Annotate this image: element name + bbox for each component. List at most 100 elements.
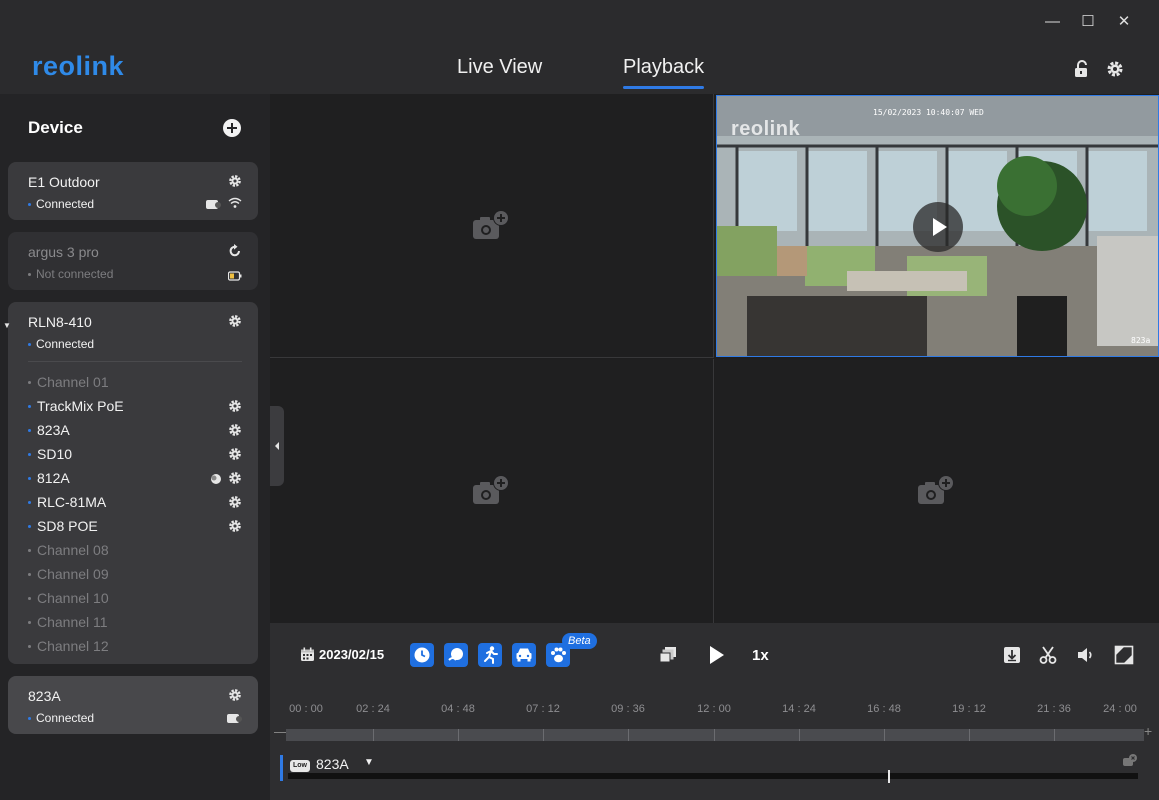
add-device-icon[interactable] [222,118,242,138]
close-button[interactable]: ✕ [1117,12,1131,32]
timeline-label: 21 : 36 [1037,703,1071,715]
fullscreen-icon[interactable] [1114,645,1134,665]
sidebar-title: Device [28,118,83,137]
status-text: Connected [36,337,95,351]
timeline-scale-bar[interactable] [286,729,1144,741]
channel-name: SD8 POE [37,518,98,534]
channel-item[interactable]: Channel 08 [28,538,242,562]
minimize-button[interactable]: — [1045,12,1060,32]
filter-vehicle-icon[interactable] [512,643,536,667]
channel-name: Channel 11 [37,614,108,630]
channel-settings-gear-icon[interactable] [228,471,242,485]
channel-item[interactable]: TrackMix PoE [28,394,242,418]
channel-item[interactable]: Channel 12 [28,634,242,658]
channel-item[interactable]: Channel 01 [28,370,242,394]
device-card-823a[interactable]: 823A Connected [8,676,258,734]
channel-item[interactable]: RLC-81MA [28,490,242,514]
channel-item[interactable]: Channel 09 [28,562,242,586]
channel-dot [28,500,31,504]
add-camera-icon[interactable] [472,208,512,242]
card-divider [28,361,242,362]
timeline-labels: 00 : 00 02 : 24 04 : 48 07 : 12 09 : 36 … [270,703,1159,717]
video-cell-2-active[interactable]: 15/02/2023 10:40:07 WED reolink 823a [716,95,1159,357]
remove-camera-icon[interactable] [1122,753,1138,769]
track-dropdown-caret-icon[interactable]: ▼ [364,757,374,768]
channel-name: RLC-81MA [37,494,107,510]
filter-schedule-icon[interactable] [410,643,434,667]
timeline-label: 19 : 12 [952,703,986,715]
volume-icon[interactable] [1076,645,1096,665]
camera-type-icon [227,711,243,729]
play-icon[interactable] [706,645,726,665]
channel-name: Channel 01 [37,374,109,390]
timeline-tick [373,729,374,741]
reolink-logo: reolink [32,51,132,87]
video-cell-3[interactable] [270,359,714,623]
channel-item[interactable]: 812A [28,466,242,490]
device-card-rln8-410[interactable]: ▼ RLN8-410 Connected Channel 01 TrackMix… [3,302,258,664]
channel-dot [28,572,31,576]
video-cell-4[interactable] [715,359,1159,623]
multi-window-icon[interactable] [658,645,678,665]
device-status: Connected [28,711,94,725]
channel-dot [28,644,31,648]
settings-gear-icon[interactable] [1106,60,1124,78]
unlock-icon[interactable] [1073,60,1091,78]
device-name: E1 Outdoor [28,174,100,190]
feed-play-button[interactable] [913,202,963,252]
date-picker[interactable]: 2023/02/15 [300,647,384,662]
window-controls: — ☐ ✕ [1045,12,1131,32]
video-grid: 15/02/2023 10:40:07 WED reolink 823a [270,94,1159,623]
filter-motion-icon[interactable] [444,643,468,667]
collapse-sidebar-handle[interactable] [270,406,284,486]
active-tab-underline [623,86,705,89]
channel-name: TrackMix PoE [37,398,124,414]
tab-live-view[interactable]: Live View [457,56,542,79]
timeline-tick [799,729,800,741]
add-camera-icon[interactable] [472,473,512,507]
timeline-label: 00 : 00 [289,703,323,715]
device-settings-gear-icon[interactable] [228,174,242,188]
track-camera-name[interactable]: 823A [316,756,349,772]
playhead-cursor[interactable] [888,770,890,783]
channel-name: 823A [37,422,70,438]
beta-badge: Beta [562,633,597,649]
clip-scissors-icon[interactable] [1038,645,1058,665]
device-sidebar: Device E1 Outdoor Connected argus 3 pro [0,94,270,800]
maximize-button[interactable]: ☐ [1081,12,1095,32]
tab-playback[interactable]: Playback [623,56,705,89]
download-icon[interactable] [1002,645,1022,665]
channel-settings-gear-icon[interactable] [228,423,242,437]
device-status: Connected [28,337,94,351]
track-recording-rail[interactable] [288,773,1138,779]
battery-icon [227,268,242,286]
stream-quality-badge[interactable]: Low [290,760,310,772]
status-text: Connected [36,711,95,725]
channel-item[interactable]: SD10 [28,442,242,466]
timeline-tick [1054,729,1055,741]
device-card-e1-outdoor[interactable]: E1 Outdoor Connected [8,162,258,220]
channel-dot [28,548,31,552]
device-card-argus-3-pro[interactable]: argus 3 pro Not connected [8,232,258,290]
reconnect-icon[interactable] [228,244,242,258]
channel-item[interactable]: Channel 11 [28,610,242,634]
channel-settings-gear-icon[interactable] [228,519,242,533]
channel-settings-gear-icon[interactable] [228,399,242,413]
channel-item[interactable]: 823A [28,418,242,442]
device-name: argus 3 pro [28,244,99,260]
channel-item[interactable]: Channel 10 [28,586,242,610]
channel-name: Channel 09 [37,566,109,582]
expand-caret-icon[interactable]: ▼ [3,321,11,330]
channel-settings-gear-icon[interactable] [228,495,242,509]
video-cell-1[interactable] [270,94,714,358]
device-settings-gear-icon[interactable] [228,314,242,328]
playback-speed[interactable]: 1x [752,647,769,664]
device-settings-gear-icon[interactable] [228,688,242,702]
channel-item[interactable]: SD8 POE [28,514,242,538]
timeline-zoom-in-button[interactable]: + [1144,723,1152,739]
filter-person-icon[interactable] [478,643,502,667]
timeline-tick [969,729,970,741]
channel-settings-gear-icon[interactable] [228,447,242,461]
track-selected-marker [280,755,283,781]
add-camera-icon[interactable] [917,473,957,507]
